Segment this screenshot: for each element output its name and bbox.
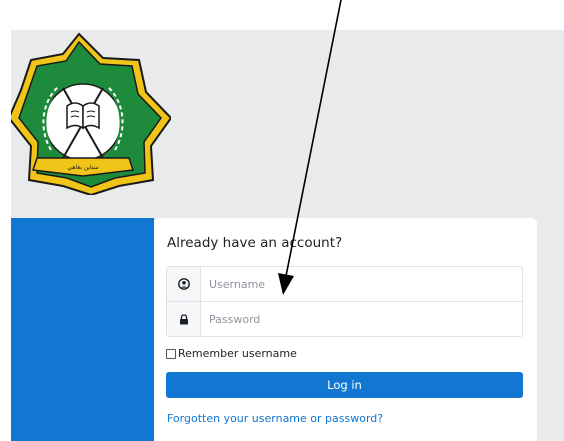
- username-input[interactable]: [201, 267, 501, 301]
- login-button[interactable]: Log in: [166, 372, 523, 398]
- remember-label: Remember username: [178, 347, 297, 360]
- lock-icon: [167, 302, 201, 336]
- logo-ribbon-text: ستاين بغاهي: [67, 164, 98, 171]
- password-input[interactable]: [201, 302, 501, 336]
- institution-logo: ستاين بغاهي: [11, 32, 171, 195]
- remember-checkbox[interactable]: [166, 348, 176, 359]
- login-card: Already have an account? R: [154, 218, 537, 441]
- remember-username[interactable]: Remember username: [166, 347, 297, 360]
- side-panel: [11, 218, 154, 441]
- username-field[interactable]: [166, 266, 523, 302]
- password-field[interactable]: [166, 301, 523, 337]
- login-page: ستاين بغاهي Already have an account? Use…: [11, 30, 564, 441]
- logo-book-icon: [66, 102, 100, 130]
- forgot-password-link[interactable]: Forgotten your username or password?: [167, 412, 383, 425]
- user-circle-icon: [167, 267, 201, 301]
- login-heading: Already have an account?: [167, 235, 343, 251]
